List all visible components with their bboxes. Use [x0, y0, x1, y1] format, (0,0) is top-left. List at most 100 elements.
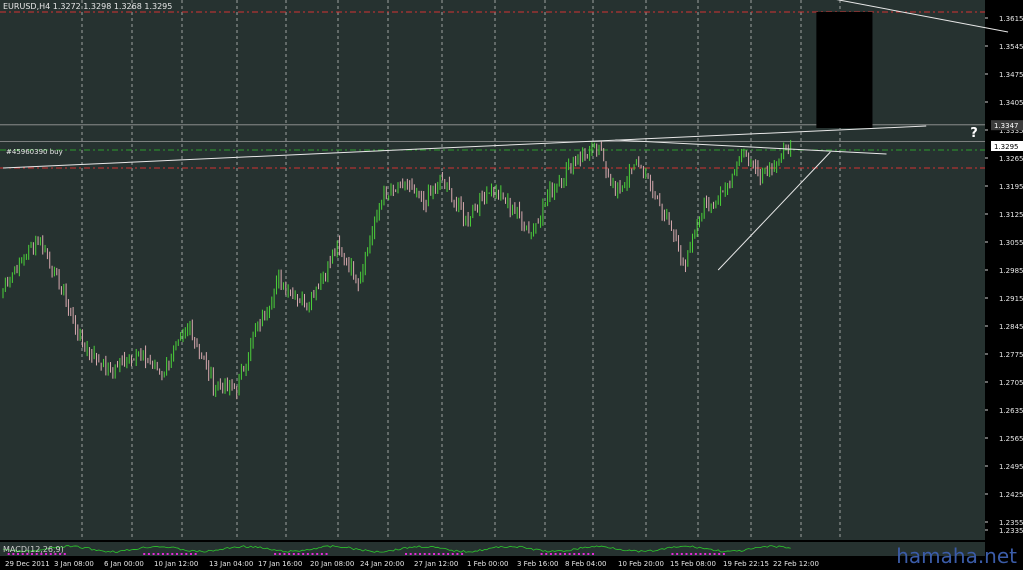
x-tick-label: 15 Feb 08:00	[670, 560, 716, 568]
y-tick-label: 1.3125	[999, 211, 1023, 219]
x-tick-label: 13 Jan 04:00	[209, 560, 253, 568]
indicator-bar	[722, 553, 725, 555]
indicator-bar	[676, 553, 679, 555]
indicator-panel	[0, 542, 985, 556]
price-axis	[985, 0, 1023, 570]
indicator-bar	[189, 553, 192, 555]
symbol-header: EURUSD,H4 1.3272 1.3298 1.3268 1.3295	[3, 2, 173, 11]
indicator-bar	[157, 553, 160, 555]
indicator-bar	[433, 553, 436, 555]
indicator-bar	[423, 553, 426, 555]
price-label-text: 1.3347	[994, 122, 1019, 130]
indicator-bar	[297, 553, 300, 555]
indicator-bar	[718, 553, 721, 555]
x-tick-label: 3 Jan 08:00	[54, 560, 94, 568]
indicator-bar	[573, 553, 576, 555]
indicator-bar	[587, 553, 590, 555]
indicator-bar	[456, 553, 459, 555]
indicator-bar	[419, 553, 422, 555]
indicator-bar	[437, 553, 440, 555]
x-axis-ticks: 29 Dec 2011 3 Jan 08:00 6 Jan 00:00 10 Jan …	[5, 560, 819, 568]
indicator-label: MACD(12,26,9)	[3, 545, 64, 554]
y-tick-label: 1.3545	[999, 43, 1023, 51]
y-tick-label: 1.2775	[999, 351, 1023, 359]
x-tick-label: 29 Dec 2011	[5, 560, 50, 568]
x-tick-label: 1 Feb 00:00	[467, 560, 508, 568]
indicator-bar	[152, 553, 155, 555]
indicator-bar	[671, 553, 674, 555]
y-tick-label: 1.3055	[999, 239, 1023, 247]
target-zone	[816, 12, 873, 128]
x-tick-label: 19 Feb 22:15	[723, 560, 769, 568]
indicator-bar	[161, 553, 164, 555]
question-mark: ?	[970, 126, 978, 141]
indicator-bar	[447, 553, 450, 555]
y-tick-label: 1.2335	[999, 527, 1023, 535]
indicator-bar	[288, 553, 291, 555]
x-tick-label: 8 Feb 04:00	[565, 560, 606, 568]
indicator-bar	[708, 553, 711, 555]
y-tick-label: 1.2915	[999, 295, 1023, 303]
y-tick-label: 1.2495	[999, 463, 1023, 471]
price-label-text: 1.3295	[994, 143, 1019, 151]
indicator-bar	[63, 553, 66, 555]
indicator-bar	[540, 553, 543, 555]
indicator-bar	[442, 553, 445, 555]
indicator-bar	[577, 553, 580, 555]
y-tick-label: 1.2425	[999, 491, 1023, 499]
indicator-bar	[302, 553, 305, 555]
y-tick-label: 1.2705	[999, 379, 1023, 387]
indicator-bar	[194, 553, 197, 555]
y-tick-label: 1.2355	[999, 519, 1023, 527]
y-tick-label: 1.2845	[999, 323, 1023, 331]
price-chart[interactable]: 1.36151.35451.34751.34051.33351.32651.31…	[0, 0, 1023, 570]
y-tick-label: 1.3265	[999, 155, 1023, 163]
indicator-bar	[582, 553, 585, 555]
indicator-bar	[685, 553, 688, 555]
indicator-bar	[175, 553, 178, 555]
indicator-bar	[320, 553, 323, 555]
indicator-bar	[306, 553, 309, 555]
indicator-bar	[591, 553, 594, 555]
x-tick-label: 27 Jan 12:00	[414, 560, 458, 568]
indicator-bar	[680, 553, 683, 555]
indicator-bar	[568, 553, 571, 555]
indicator-bar	[292, 553, 295, 555]
indicator-bar	[143, 553, 146, 555]
indicator-bar	[283, 553, 286, 555]
indicator-bar	[559, 553, 562, 555]
indicator-bar	[180, 553, 183, 555]
indicator-bar	[166, 553, 169, 555]
indicator-bar	[405, 553, 408, 555]
indicator-bar	[409, 553, 412, 555]
indicator-bar	[694, 553, 697, 555]
x-tick-label: 10 Jan 12:00	[154, 560, 198, 568]
indicator-bar	[311, 553, 314, 555]
x-tick-label: 10 Feb 20:00	[618, 560, 664, 568]
y-tick-label: 1.2985	[999, 267, 1023, 275]
y-tick-label: 1.2565	[999, 435, 1023, 443]
x-tick-label: 17 Jan 16:00	[258, 560, 302, 568]
indicator-bar	[713, 553, 716, 555]
indicator-bar	[185, 553, 188, 555]
indicator-bar	[325, 553, 328, 555]
indicator-bar	[414, 553, 417, 555]
y-tick-label: 1.3195	[999, 183, 1023, 191]
x-tick-label: 3 Feb 16:00	[517, 560, 558, 568]
y-tick-label: 1.3615	[999, 15, 1023, 23]
x-tick-label: 20 Jan 08:00	[310, 560, 354, 568]
indicator-bar	[690, 553, 693, 555]
x-tick-label: 24 Jan 20:00	[360, 560, 404, 568]
indicator-bar	[545, 553, 548, 555]
indicator-bar	[428, 553, 431, 555]
indicator-bar	[461, 553, 464, 555]
watermark: hamaha.net	[896, 544, 1017, 568]
x-tick-label: 22 Feb 12:00	[773, 560, 819, 568]
x-tick-label: 6 Jan 00:00	[104, 560, 144, 568]
order-label: #45960390 buy	[6, 148, 63, 156]
indicator-bar	[699, 553, 702, 555]
y-tick-label: 1.3475	[999, 71, 1023, 79]
indicator-bar	[147, 553, 150, 555]
indicator-bar	[316, 553, 319, 555]
indicator-bar	[554, 553, 557, 555]
